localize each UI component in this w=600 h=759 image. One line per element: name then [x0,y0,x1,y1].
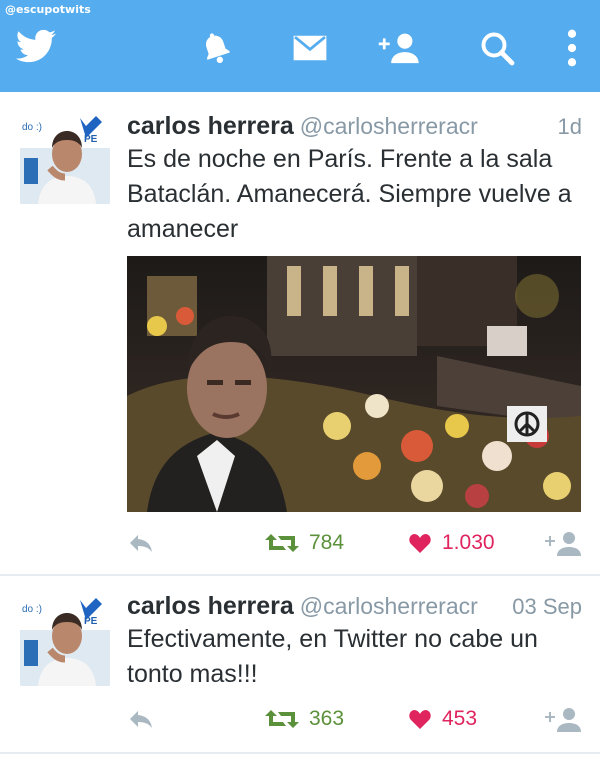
avatar[interactable]: do :) PE [20,596,110,686]
reply-icon [130,711,152,728]
tweet-actions: 784 1.030 [0,528,600,558]
heart-icon [409,534,431,553]
avatar-caption-text: do :) [22,604,42,615]
avatar[interactable]: do :) PE [20,114,110,204]
reply-button[interactable] [128,528,154,558]
tweet-text: Es de noche en París. Frente a la sala B… [127,145,572,243]
heart-icon [409,710,431,729]
avatar-caption-text: do :) [22,122,42,133]
favorite-count: 453 [442,707,478,730]
watermark-text: @escupotwits [5,3,91,16]
tweet-timestamp: 03 Sep [512,594,582,619]
more-options-icon[interactable] [550,26,594,70]
favorite-button[interactable]: 453 [408,704,477,734]
favorite-count: 1.030 [442,531,495,554]
reply-icon [130,535,152,552]
notifications-bell-icon[interactable] [194,26,238,70]
add-user-icon[interactable] [376,26,420,70]
tweet-text: Efectivamente, en Twitter no cabe un ton… [127,625,538,688]
retweet-count: 784 [309,531,345,554]
follow-button[interactable] [545,528,581,558]
author-name[interactable]: carlos herrera [127,112,294,140]
tweet-photo[interactable] [127,256,581,512]
tweet-item[interactable]: do :) PE carlos herrera @carlosherreracr … [0,92,600,574]
tweet-timestamp: 1d [557,114,582,139]
twitter-bird-icon[interactable] [14,26,58,70]
retweet-button[interactable]: 363 [265,704,344,734]
retweet-icon [265,710,299,728]
favorite-button[interactable]: 1.030 [408,528,495,558]
follow-icon [545,532,581,556]
tweet-header: carlos herrera @carlosherreracr 03 Sep [127,592,582,624]
tweet-item[interactable]: do :) PE carlos herrera @carlosherreracr … [0,576,600,754]
follow-button[interactable] [545,704,581,734]
tweet-actions: 363 453 [0,704,600,734]
reply-button[interactable] [128,704,154,734]
retweet-icon [265,534,299,552]
author-handle[interactable]: @carlosherreracr [300,113,478,139]
messages-envelope-icon[interactable] [288,26,332,70]
tweet-header: carlos herrera @carlosherreracr 1d [127,112,582,144]
retweet-button[interactable]: 784 [265,528,344,558]
author-handle[interactable]: @carlosherreracr [300,593,478,619]
search-icon[interactable] [475,26,519,70]
retweet-count: 363 [309,707,345,730]
follow-icon [545,708,581,732]
tweet-divider [0,752,600,754]
author-name[interactable]: carlos herrera [127,592,294,620]
top-navigation-bar: @escupotwits [0,0,600,92]
